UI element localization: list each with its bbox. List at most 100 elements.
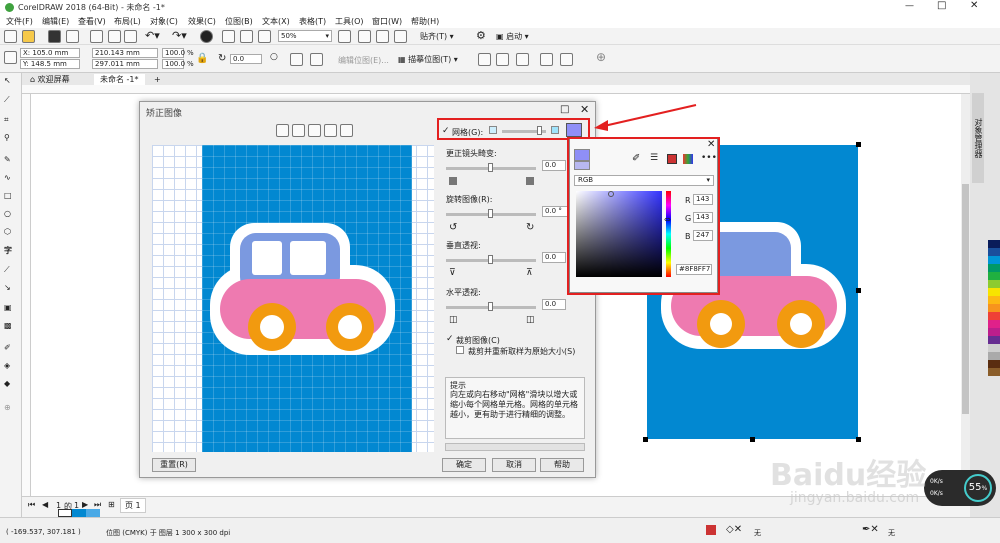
- menu-view[interactable]: 查看(V): [78, 16, 106, 27]
- grid-icon[interactable]: [376, 30, 389, 43]
- color-swatch[interactable]: [988, 280, 1000, 288]
- horizontal-perspective-knob[interactable]: [488, 302, 493, 311]
- add-icon[interactable]: ⊕: [596, 50, 606, 64]
- menu-table[interactable]: 表格(T): [299, 16, 326, 27]
- menu-tools[interactable]: 工具(O): [335, 16, 364, 27]
- color-proof-icon[interactable]: [706, 525, 716, 535]
- unlink-icon[interactable]: [560, 53, 573, 66]
- settings-gear-icon[interactable]: ⚙: [476, 29, 486, 42]
- tab-document[interactable]: 未命名 -1*: [94, 74, 145, 85]
- link-icon[interactable]: [540, 53, 553, 66]
- vertical-scrollbar[interactable]: [961, 94, 970, 496]
- color-swatch[interactable]: [988, 320, 1000, 328]
- menu-effects[interactable]: 效果(C): [188, 16, 216, 27]
- scale-y-field[interactable]: 100.0: [162, 59, 185, 69]
- launch-dropdown[interactable]: ▣ 启动 ▾: [496, 31, 529, 42]
- height-field[interactable]: 297.011 mm: [92, 59, 158, 69]
- lens-correction-knob[interactable]: [488, 163, 493, 172]
- rotation-origin-icon[interactable]: ○: [270, 52, 278, 62]
- text-tool-icon[interactable]: 字: [4, 245, 17, 257]
- color-swatch[interactable]: [988, 368, 1000, 376]
- color-swatch[interactable]: [988, 312, 1000, 320]
- crop-resample-checkbox[interactable]: [456, 346, 464, 354]
- ok-button[interactable]: 确定: [442, 458, 486, 472]
- artistic-media-icon[interactable]: ∿: [4, 173, 17, 185]
- export-icon[interactable]: [240, 30, 253, 43]
- trace-bitmap-button[interactable]: ▦ 描摹位图(T) ▾: [398, 54, 458, 65]
- crop-tool-icon[interactable]: ⌗: [4, 115, 17, 127]
- menu-text[interactable]: 文本(X): [262, 16, 290, 27]
- copy-icon[interactable]: [108, 30, 121, 43]
- color-swatch[interactable]: [988, 344, 1000, 352]
- color-swatch[interactable]: [988, 296, 1000, 304]
- reset-button[interactable]: 重置(R): [152, 458, 196, 472]
- add-tool-icon[interactable]: ⊕: [4, 403, 17, 415]
- save-icon[interactable]: [48, 30, 61, 43]
- import-icon[interactable]: [222, 30, 235, 43]
- eyedropper-tool-icon[interactable]: ✐: [4, 343, 17, 355]
- selection-handle[interactable]: [750, 437, 755, 442]
- page-tab[interactable]: 页 1: [120, 498, 146, 513]
- lock-ratio-icon[interactable]: 🔒: [196, 53, 208, 64]
- paste-icon[interactable]: [124, 30, 137, 43]
- cancel-button[interactable]: 取消: [492, 458, 536, 472]
- mirror-h-icon[interactable]: [290, 53, 303, 66]
- guidelines-icon[interactable]: [394, 30, 407, 43]
- horizontal-perspective-value[interactable]: 0.0: [542, 299, 566, 310]
- dialog-close-button[interactable]: ✕: [580, 103, 589, 116]
- full-screen-icon[interactable]: [338, 30, 351, 43]
- selection-handle[interactable]: [856, 437, 861, 442]
- color-swatch[interactable]: [988, 352, 1000, 360]
- color-swatch[interactable]: [988, 288, 1000, 296]
- docker-tab-object-manager[interactable]: 对象管理器: [972, 93, 984, 183]
- next-page-button[interactable]: ▶: [82, 500, 88, 509]
- menu-window[interactable]: 窗口(W): [372, 16, 402, 27]
- no-color-swatch[interactable]: [58, 509, 72, 517]
- zoom-out-icon[interactable]: [308, 124, 321, 137]
- polygon-tool-icon[interactable]: ⬡: [4, 227, 17, 239]
- maximize-button[interactable]: □: [937, 0, 946, 11]
- crop-bitmap-icon[interactable]: [478, 53, 491, 66]
- open-icon[interactable]: [22, 30, 35, 43]
- parallel-dimension-icon[interactable]: ⟋: [4, 265, 17, 277]
- pick-tool-icon[interactable]: ↖: [4, 76, 17, 88]
- color-swatch[interactable]: [988, 328, 1000, 336]
- tab-welcome[interactable]: ⌂ 欢迎屏幕: [24, 74, 76, 85]
- color-swatch[interactable]: [988, 304, 1000, 312]
- rotation-angle-field[interactable]: 0.0: [230, 54, 262, 64]
- color-swatch[interactable]: [988, 240, 1000, 248]
- prev-page-button[interactable]: ◀: [42, 500, 48, 509]
- horizontal-ruler[interactable]: [22, 85, 970, 94]
- mirror-v-icon[interactable]: [310, 53, 323, 66]
- zoom-fit-icon[interactable]: [324, 124, 337, 137]
- undo-icon[interactable]: ↶▾: [145, 29, 160, 42]
- smart-fill-icon[interactable]: ◆: [4, 379, 17, 391]
- minimize-button[interactable]: —: [905, 1, 914, 11]
- freehand-tool-icon[interactable]: ✎: [4, 155, 17, 167]
- connector-tool-icon[interactable]: ↘: [4, 283, 17, 295]
- vertical-ruler[interactable]: [22, 94, 31, 496]
- resample-icon[interactable]: [496, 53, 509, 66]
- color-swatch[interactable]: [988, 360, 1000, 368]
- bitmap-color-mask-icon[interactable]: [516, 53, 529, 66]
- menu-layout[interactable]: 布局(L): [114, 16, 141, 27]
- zoom-in-icon[interactable]: [292, 124, 305, 137]
- snap-to-dropdown[interactable]: 贴齐(T) ▾: [420, 31, 454, 42]
- outline-swatch[interactable]: [86, 509, 100, 517]
- dialog-maximize-button[interactable]: □: [560, 104, 569, 115]
- print-icon[interactable]: [66, 30, 79, 43]
- zoom-select[interactable]: 50% ▾: [278, 30, 332, 42]
- new-icon[interactable]: [4, 30, 17, 43]
- close-button[interactable]: ✕: [970, 0, 978, 11]
- x-position-field[interactable]: X: 105.0 mm: [20, 48, 80, 58]
- menu-help[interactable]: 帮助(H): [411, 16, 439, 27]
- menu-bitmaps[interactable]: 位图(B): [225, 16, 253, 27]
- ellipse-tool-icon[interactable]: ○: [4, 209, 17, 221]
- redo-icon[interactable]: ↷▾: [172, 29, 187, 42]
- help-button[interactable]: 帮助: [540, 458, 584, 472]
- selection-handle[interactable]: [643, 437, 648, 442]
- hand-tool-icon[interactable]: [276, 124, 289, 137]
- width-field[interactable]: 210.143 mm: [92, 48, 158, 58]
- rulers-icon[interactable]: [358, 30, 371, 43]
- vertical-perspective-knob[interactable]: [488, 255, 493, 264]
